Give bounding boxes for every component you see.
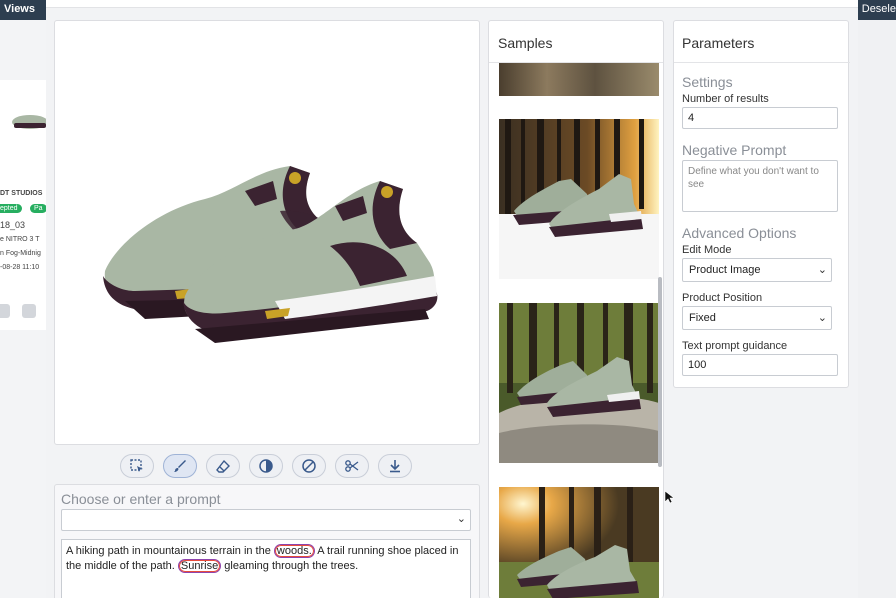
edit-mode-label: Edit Mode xyxy=(682,244,732,256)
product-image-canvas[interactable] xyxy=(54,20,480,445)
text-prompt-guidance-label: Text prompt guidance xyxy=(682,340,788,352)
background-right-column xyxy=(858,20,896,598)
parameters-header: Parameters xyxy=(674,21,850,63)
forest-scene-image xyxy=(499,119,659,279)
edit-mode-value: Product Image xyxy=(689,264,761,276)
deselect-label[interactable]: Desele xyxy=(862,3,896,15)
block-icon xyxy=(302,459,316,473)
samples-title: Samples xyxy=(498,35,553,51)
download-button[interactable] xyxy=(378,454,412,478)
product-position-select[interactable]: Fixed ⌄ xyxy=(682,306,832,330)
prompt-text-part: gleaming through the trees. xyxy=(221,560,359,572)
samples-header: Samples xyxy=(489,21,663,63)
number-of-results-input[interactable]: 4 xyxy=(682,107,838,129)
card-brand: DT STUDIOS xyxy=(0,190,43,197)
thumbs-down-icon[interactable] xyxy=(22,304,36,318)
card-timestamp: -08-28 11:10 xyxy=(0,264,40,271)
card-product-name: e NITRO 3 T xyxy=(0,236,40,243)
brush-icon xyxy=(174,460,186,472)
status-badge: epted xyxy=(0,204,22,213)
chevron-down-icon: ⌄ xyxy=(817,312,827,324)
negative-prompt-textarea[interactable]: Define what you don't want to see xyxy=(682,160,838,212)
product-thumbnail xyxy=(12,115,46,129)
views-label[interactable]: Views xyxy=(4,3,35,15)
product-position-label: Product Position xyxy=(682,292,763,304)
download-icon xyxy=(390,460,400,473)
status-badge: Pa xyxy=(30,204,46,213)
scissors-icon xyxy=(345,460,359,472)
sample-image[interactable] xyxy=(499,487,659,598)
select-area-button[interactable] xyxy=(120,454,154,478)
prompt-section: Choose or enter a prompt ⌄ A hiking path… xyxy=(54,484,480,598)
parameters-title: Parameters xyxy=(682,35,755,51)
advanced-options-title: Advanced Options xyxy=(682,225,797,241)
chevron-down-icon: ⌄ xyxy=(817,264,827,276)
highlighted-keyword: Sunrise xyxy=(177,559,222,573)
settings-title: Settings xyxy=(682,74,733,90)
background-product-list: DT STUDIOS epted Pa 18_03 e NITRO 3 T n … xyxy=(0,20,46,598)
select-icon xyxy=(130,459,143,472)
running-shoe-image xyxy=(103,166,438,343)
product-position-value: Fixed xyxy=(689,312,716,324)
sample-image[interactable] xyxy=(499,119,659,279)
parameters-panel: Parameters Settings Number of results 4 … xyxy=(673,20,850,388)
prompt-preset-select[interactable]: ⌄ xyxy=(61,509,471,531)
brush-button[interactable] xyxy=(163,454,197,478)
sunrise-forest-scene-image xyxy=(499,487,659,598)
cut-button[interactable] xyxy=(335,454,369,478)
card-colorway: n Fog-Midnig xyxy=(0,250,41,257)
prompt-text-part: A hiking path in mountainous terrain in … xyxy=(66,545,274,557)
prompt-textarea[interactable]: A hiking path in mountainous terrain in … xyxy=(61,539,471,598)
eraser-button[interactable] xyxy=(206,454,240,478)
text-prompt-guidance-input[interactable]: 100 xyxy=(682,354,838,376)
edit-mode-select[interactable]: Product Image ⌄ xyxy=(682,258,832,282)
chevron-down-icon: ⌄ xyxy=(456,513,466,525)
contrast-button[interactable] xyxy=(249,454,283,478)
negative-prompt-title: Negative Prompt xyxy=(682,142,787,158)
mouse-cursor-icon xyxy=(664,490,674,504)
image-editor-modal: Choose or enter a prompt ⌄ A hiking path… xyxy=(46,0,858,598)
sample-image[interactable] xyxy=(499,303,659,463)
samples-scrollbar[interactable] xyxy=(658,277,662,467)
prompt-title: Choose or enter a prompt xyxy=(61,491,221,507)
thumbs-up-icon[interactable] xyxy=(0,304,10,318)
editing-toolbar xyxy=(120,454,412,478)
modal-header xyxy=(46,0,858,8)
highlighted-keyword: woods. xyxy=(273,544,315,558)
contrast-icon xyxy=(259,459,273,473)
number-of-results-label: Number of results xyxy=(682,93,769,105)
card-id: 18_03 xyxy=(0,220,26,230)
clear-button[interactable] xyxy=(292,454,326,478)
eraser-icon xyxy=(216,459,230,473)
sample-image[interactable] xyxy=(499,63,659,96)
samples-panel: Samples xyxy=(488,20,664,598)
forest-rock-scene-image xyxy=(499,303,659,463)
